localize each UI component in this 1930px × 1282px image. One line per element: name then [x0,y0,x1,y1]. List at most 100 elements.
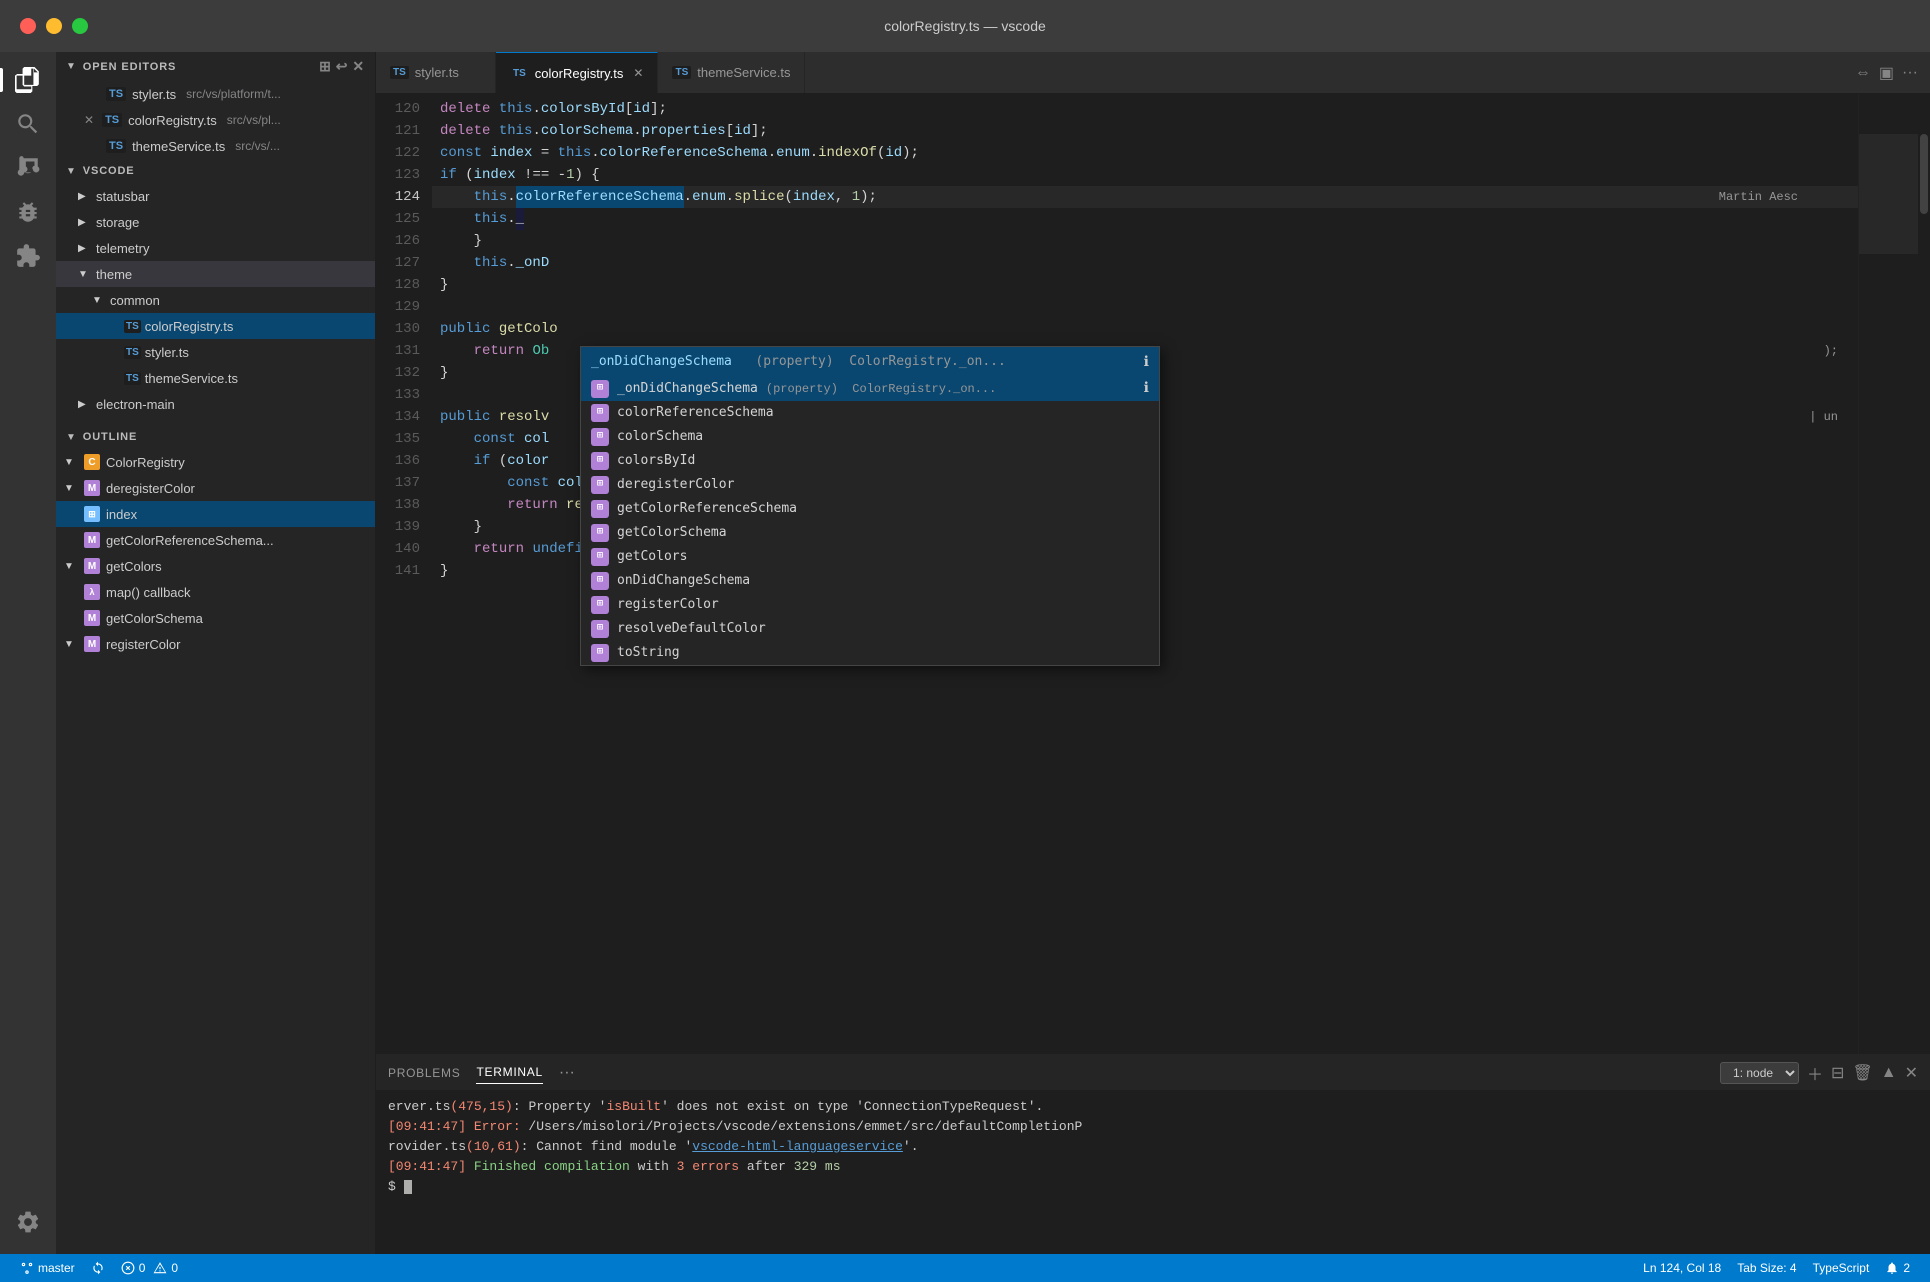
close-panel-icon[interactable]: ✕ [1905,1063,1918,1083]
vscode-header[interactable]: ▼ VSCODE [56,159,375,183]
toggle-sidebar-icon[interactable]: ▣ [1879,63,1894,83]
panel-actions: 1: node ＋ ⊟ 🗑 ▲ ✕ [1720,1061,1918,1085]
ac-item-11[interactable]: ⊞ toString [581,641,1159,665]
tree-electron-main[interactable]: ▶ electron-main [56,391,375,417]
file-path: src/vs/pl... [227,113,281,127]
bell-notifications[interactable]: 2 [1877,1261,1918,1275]
open-editors-header[interactable]: ▼ OPEN EDITORS ⊞ ↩ ✕ [56,52,375,81]
tab-label: themeService.ts [697,65,790,80]
ac-item-2[interactable]: ⊞ colorSchema [581,425,1159,449]
ac-item-9[interactable]: ⊞ registerColor [581,593,1159,617]
tree-theme[interactable]: ▼ theme [56,261,375,287]
tab-label: styler.ts [415,65,459,80]
sidebar: ▼ OPEN EDITORS ⊞ ↩ ✕ TS styler.ts src/vs… [56,52,376,1254]
outline-map-callback[interactable]: λ map() callback [56,579,375,605]
add-terminal-icon[interactable]: ＋ [1807,1061,1823,1085]
code-line-124: this.colorReferenceSchema.enum.splice(in… [432,186,1858,208]
minimize-button[interactable] [46,18,62,34]
tab-styler[interactable]: TS styler.ts [376,52,496,93]
outline-registerColor[interactable]: ▼ M registerColor [56,631,375,657]
scroll-thumb[interactable] [1920,134,1928,214]
maximize-panel-icon[interactable]: ▲ [1881,1064,1897,1082]
tree-statusbar[interactable]: ▶ statusbar [56,183,375,209]
ac-item-0[interactable]: ⊞ _onDidChangeSchema (property) ColorReg… [581,377,1159,401]
outline-deregisterColor[interactable]: ▼ M deregisterColor [56,475,375,501]
language-mode[interactable]: TypeScript [1805,1261,1878,1275]
close-button[interactable] [20,18,36,34]
open-editor-colorRegistry[interactable]: ✕ TS colorRegistry.ts src/vs/pl... [56,107,375,133]
cursor-position[interactable]: Ln 124, Col 18 [1635,1261,1729,1275]
split-terminal-icon[interactable]: ⊟ [1831,1063,1844,1083]
tree-colorRegistry-file[interactable]: TS colorRegistry.ts [56,313,375,339]
outline-getColorSchema[interactable]: M getColorSchema [56,605,375,631]
more-actions-icon[interactable]: ··· [1902,64,1918,82]
delete-terminal-icon[interactable]: 🗑 [1852,1063,1872,1083]
ac-icon: ⊞ [591,596,609,614]
method-icon: M [84,558,100,574]
activity-search[interactable] [8,104,48,144]
terminal-content[interactable]: erver.ts(475,15): Property 'isBuilt' doe… [376,1091,1930,1254]
outline-colorRegistry[interactable]: ▼ C ColorRegistry [56,449,375,475]
activity-extensions[interactable] [8,236,48,276]
code-line-121: delete this.colorSchema.properties[id]; [432,120,1858,142]
git-branch[interactable]: master [12,1254,83,1282]
tree-themeService-file[interactable]: TS themeService.ts [56,365,375,391]
open-editor-styler[interactable]: TS styler.ts src/vs/platform/t... [56,81,375,107]
ac-icon: ⊞ [591,644,609,662]
panel-more-icon[interactable]: ··· [559,1064,575,1082]
maximize-button[interactable] [72,18,88,34]
activity-debug[interactable] [8,192,48,232]
tree-styler-file[interactable]: TS styler.ts [56,339,375,365]
tab-size-text: Tab Size: 4 [1737,1261,1796,1275]
revert-all-icon[interactable]: ↩ [336,58,349,75]
activity-source-control[interactable] [8,148,48,188]
open-editors-toolbar: ⊞ ↩ ✕ [319,58,365,75]
activity-explorer[interactable] [8,60,48,100]
tab-terminal[interactable]: TERMINAL [476,1061,542,1084]
errors-status[interactable]: 0 0 [113,1254,186,1282]
sync-icon[interactable] [83,1254,113,1282]
tree-item-label: colorRegistry.ts [145,319,234,334]
tab-colorRegistry[interactable]: TS colorRegistry.ts ✕ [496,52,658,93]
activity-settings[interactable] [8,1202,48,1242]
ac-text: getColors [617,546,687,568]
outline-index[interactable]: ⊞ index [56,501,375,527]
ac-item-8[interactable]: ⊞ onDidChangeSchema [581,569,1159,593]
split-editor-icon[interactable]: ⇔ [1855,64,1871,82]
ac-item-10[interactable]: ⊞ resolveDefaultColor [581,617,1159,641]
outline-getColors[interactable]: ▼ M getColors [56,553,375,579]
ac-item-3[interactable]: ⊞ colorsById [581,449,1159,473]
ac-item-7[interactable]: ⊞ getColors [581,545,1159,569]
tab-size[interactable]: Tab Size: 4 [1729,1261,1804,1275]
tab-themeService[interactable]: TS themeService.ts [658,52,805,93]
language-text: TypeScript [1813,1261,1870,1275]
tree-storage[interactable]: ▶ storage [56,209,375,235]
code-line-120: delete this.colorsById[id]; [432,98,1858,120]
class-icon: C [84,454,100,470]
tree-common[interactable]: ▼ common [56,287,375,313]
tab-close-icon[interactable]: ✕ [633,66,643,80]
tree-telemetry[interactable]: ▶ telemetry [56,235,375,261]
code-editor[interactable]: delete this.colorsById[id]; delete this.… [432,94,1858,1054]
ac-item-5[interactable]: ⊞ getColorReferenceSchema [581,497,1159,521]
autocomplete-dropdown[interactable]: _onDidChangeSchema (property) ColorRegis… [580,346,1160,666]
vertical-scrollbar[interactable] [1918,94,1930,1054]
outline-header[interactable]: ▼ OUTLINE [56,425,375,449]
open-editors-chevron: ▼ [66,61,77,72]
ac-item-1[interactable]: ⊞ colorReferenceSchema [581,401,1159,425]
ac-text: toString [617,642,680,664]
outline-label: index [106,507,137,522]
ac-icon: ⊞ [591,524,609,542]
save-all-icon[interactable]: ⊞ [319,58,332,75]
ts-icon: TS [124,346,141,359]
tab-problems[interactable]: PROBLEMS [388,1062,460,1084]
vscode-chevron: ▼ [66,166,77,177]
main-container: ▼ OPEN EDITORS ⊞ ↩ ✕ TS styler.ts src/vs… [0,52,1930,1254]
close-all-icon[interactable]: ✕ [352,58,365,75]
outline-getColorReferenceSchema[interactable]: M getColorReferenceSchema... [56,527,375,553]
ac-item-6[interactable]: ⊞ getColorSchema [581,521,1159,545]
node-select[interactable]: 1: node [1720,1062,1799,1084]
ac-item-4[interactable]: ⊞ deregisterColor [581,473,1159,497]
close-icon[interactable]: ✕ [84,113,94,127]
open-editor-themeService[interactable]: TS themeService.ts src/vs/... [56,133,375,159]
